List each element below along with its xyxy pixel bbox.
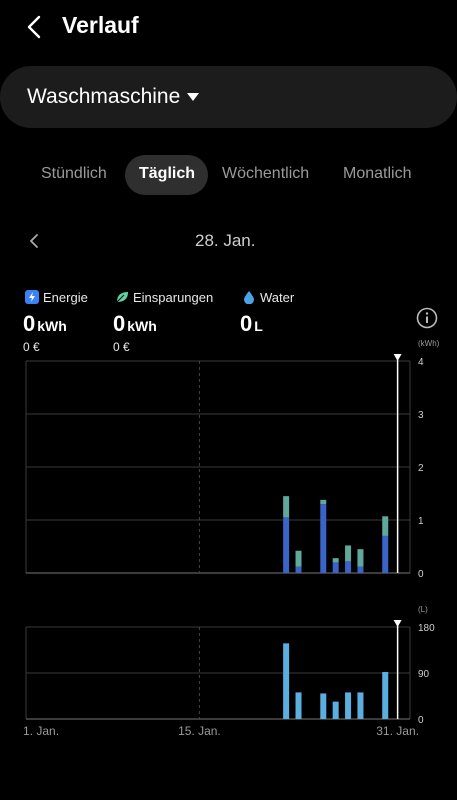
date-label: 28. Jan.	[195, 231, 256, 250]
bar	[320, 693, 327, 719]
y-tick-label: 2	[418, 463, 424, 474]
bar	[382, 516, 389, 536]
bar	[357, 549, 364, 567]
bar	[345, 692, 352, 719]
tab-monthly[interactable]: Monatlich	[343, 165, 411, 183]
bar	[320, 499, 327, 505]
back-arrow-icon[interactable]	[22, 14, 48, 40]
y-tick-label: 4	[418, 357, 424, 368]
bar	[283, 517, 290, 573]
bar	[382, 535, 389, 573]
y-unit-label: (kWh)	[418, 339, 440, 348]
dropdown-caret-icon	[187, 93, 199, 101]
y-unit-label: (L)	[418, 605, 428, 614]
water-label: Water	[260, 290, 295, 305]
bar	[283, 643, 290, 719]
selection-marker-triangle	[393, 620, 402, 627]
x-tick-label: 1. Jan.	[23, 724, 59, 738]
bar	[332, 562, 339, 573]
bar	[283, 496, 290, 518]
device-selector-label: Waschmaschine	[27, 85, 181, 108]
bar	[357, 692, 364, 719]
info-icon[interactable]	[416, 307, 438, 329]
tab-weekly[interactable]: Wöchentlich	[222, 165, 309, 183]
tab-hourly[interactable]: Stündlich	[41, 165, 107, 183]
leaf-icon	[116, 292, 128, 303]
y-tick-label: 0	[418, 569, 424, 580]
bar	[382, 671, 389, 719]
y-tick-label: 90	[418, 669, 430, 680]
savings-label: Einsparungen	[133, 290, 214, 305]
water-drop-icon	[244, 291, 254, 304]
bar	[295, 550, 302, 567]
y-tick-label: 1	[418, 516, 424, 527]
y-tick-label: 180	[418, 623, 435, 634]
y-tick-label: 3	[418, 410, 424, 421]
usage-charts: (kWh)01234(L)0901801. Jan. 15. Jan. 31. Ja…	[23, 339, 440, 738]
bar	[320, 504, 327, 573]
page-title: Verlauf	[62, 12, 139, 38]
selection-marker-triangle	[393, 354, 402, 361]
bar	[332, 558, 339, 563]
x-tick-label: 15. Jan.	[178, 724, 221, 738]
bar	[357, 566, 364, 573]
tab-daily[interactable]: Täglich	[139, 165, 195, 183]
bar	[332, 701, 339, 719]
bar	[345, 561, 352, 573]
lightning-icon	[25, 290, 39, 304]
energy-label: Energie	[43, 290, 88, 305]
bar	[345, 545, 352, 562]
x-tick-label: 31. Jan.	[376, 724, 419, 738]
bar	[295, 566, 302, 573]
bar	[295, 692, 302, 719]
previous-date-icon[interactable]	[26, 233, 42, 249]
